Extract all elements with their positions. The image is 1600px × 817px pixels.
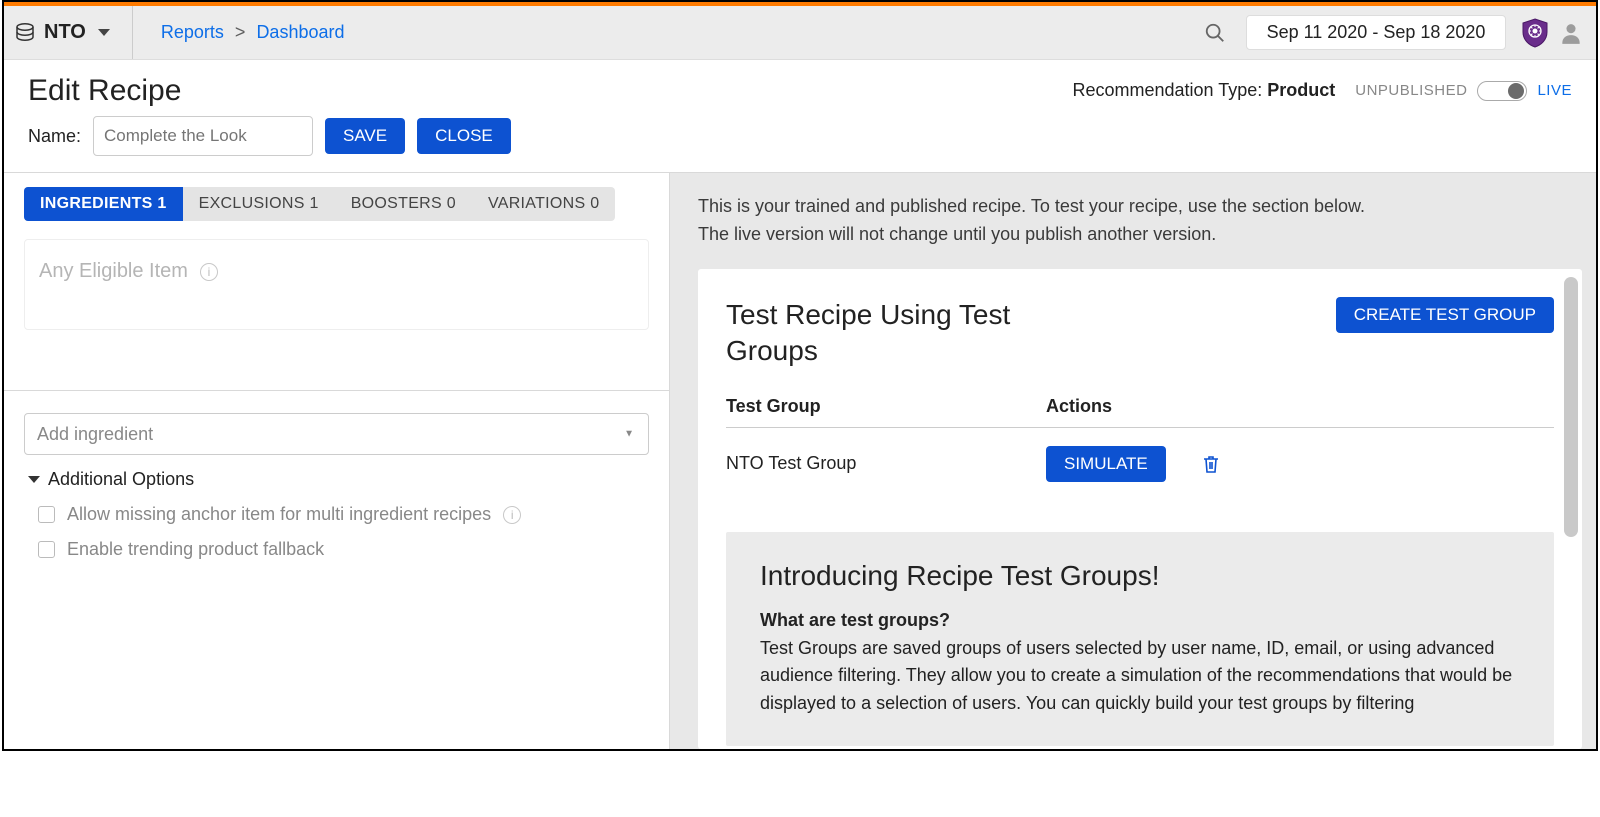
org-name: NTO	[44, 21, 86, 44]
info-icon[interactable]: i	[200, 263, 218, 281]
option-allow-missing-label: Allow missing anchor item for multi ingr…	[67, 504, 491, 525]
additional-options-label: Additional Options	[48, 469, 194, 490]
name-label: Name:	[28, 126, 81, 147]
eligible-item-title: Any Eligible Item	[39, 260, 188, 283]
form-row: Name: SAVE CLOSE	[4, 112, 1596, 172]
divider	[4, 390, 669, 391]
option-enable-fallback-label: Enable trending product fallback	[67, 539, 324, 560]
recipe-instruction: This is your trained and published recip…	[698, 193, 1378, 249]
test-group-name: NTO Test Group	[726, 453, 1046, 474]
option-allow-missing[interactable]: Allow missing anchor item for multi ingr…	[38, 504, 645, 525]
close-button[interactable]: CLOSE	[417, 118, 511, 154]
eligible-item-card[interactable]: Any Eligible Item i	[24, 239, 649, 330]
org-selector[interactable]: NTO	[16, 6, 133, 59]
intro-subtitle: What are test groups?	[760, 610, 1520, 631]
col-test-group: Test Group	[726, 396, 1046, 417]
page-title: Edit Recipe	[28, 74, 181, 108]
chevron-down-icon: ▼	[624, 429, 634, 440]
tab-variations[interactable]: VARIATIONS 0	[472, 187, 615, 221]
right-pane: This is your trained and published recip…	[670, 173, 1596, 749]
intro-body: Test Groups are saved groups of users se…	[760, 635, 1520, 719]
col-actions: Actions	[1046, 396, 1554, 417]
caret-down-icon	[28, 476, 40, 483]
user-icon[interactable]	[1558, 20, 1584, 46]
date-range-picker[interactable]: Sep 11 2020 - Sep 18 2020	[1246, 15, 1506, 50]
tab-ingredients[interactable]: INGREDIENTS 1	[24, 187, 183, 221]
option-enable-fallback[interactable]: Enable trending product fallback	[38, 539, 645, 560]
checkbox[interactable]	[38, 541, 55, 558]
tab-boosters[interactable]: BOOSTERS 0	[335, 187, 472, 221]
breadcrumb-separator: >	[235, 22, 246, 42]
add-ingredient-row: Add ingredient ▼	[24, 413, 649, 455]
info-icon[interactable]: i	[503, 506, 521, 524]
save-button[interactable]: SAVE	[325, 118, 405, 154]
unpublished-label: UNPUBLISHED	[1355, 82, 1467, 99]
breadcrumb: Reports > Dashboard	[161, 22, 345, 43]
shield-icon[interactable]	[1522, 18, 1548, 48]
database-icon	[16, 23, 34, 43]
additional-options-toggle[interactable]: Additional Options	[28, 469, 645, 490]
name-input[interactable]	[93, 116, 313, 156]
table-row: NTO Test Group SIMULATE	[726, 428, 1554, 500]
add-ingredient-placeholder: Add ingredient	[37, 424, 153, 445]
recommendation-type: Recommendation Type: Product	[1072, 80, 1335, 101]
add-ingredient-select[interactable]: Add ingredient ▼	[24, 413, 649, 455]
breadcrumb-reports[interactable]: Reports	[161, 22, 224, 42]
rec-type-value: Product	[1267, 80, 1335, 100]
table-header: Test Group Actions	[726, 390, 1554, 428]
search-icon[interactable]	[1204, 22, 1226, 44]
scrollbar[interactable]	[1564, 277, 1578, 537]
test-group-table: Test Group Actions NTO Test Group SIMULA…	[726, 390, 1554, 500]
page-header: Edit Recipe Recommendation Type: Product…	[4, 60, 1596, 112]
tabs: INGREDIENTS 1 EXCLUSIONS 1 BOOSTERS 0 VA…	[24, 187, 615, 221]
test-groups-card: Test Recipe Using Test Groups CREATE TES…	[698, 269, 1582, 749]
checkbox[interactable]	[38, 506, 55, 523]
main: INGREDIENTS 1 EXCLUSIONS 1 BOOSTERS 0 VA…	[4, 172, 1596, 749]
left-pane: INGREDIENTS 1 EXCLUSIONS 1 BOOSTERS 0 VA…	[4, 173, 670, 749]
create-test-group-button[interactable]: CREATE TEST GROUP	[1336, 297, 1554, 333]
rec-type-label: Recommendation Type:	[1072, 80, 1267, 100]
intro-box: Introducing Recipe Test Groups! What are…	[726, 532, 1554, 747]
live-label: LIVE	[1537, 82, 1572, 99]
trash-icon[interactable]	[1202, 454, 1220, 474]
intro-title: Introducing Recipe Test Groups!	[760, 560, 1520, 592]
publish-toggle-group: UNPUBLISHED LIVE	[1355, 81, 1572, 101]
topbar: NTO Reports > Dashboard Sep 11 2020 - Se…	[4, 6, 1596, 60]
publish-toggle[interactable]	[1477, 81, 1527, 101]
simulate-button[interactable]: SIMULATE	[1046, 446, 1166, 482]
tab-exclusions[interactable]: EXCLUSIONS 1	[183, 187, 335, 221]
toggle-knob	[1508, 83, 1524, 99]
breadcrumb-dashboard[interactable]: Dashboard	[256, 22, 344, 42]
chevron-down-icon	[98, 29, 110, 36]
test-groups-title: Test Recipe Using Test Groups	[726, 297, 1046, 370]
